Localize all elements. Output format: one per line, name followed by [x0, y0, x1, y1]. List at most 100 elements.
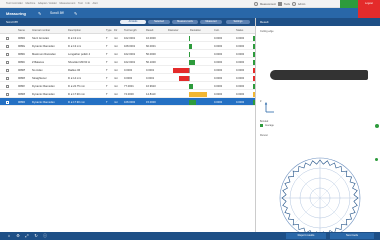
- deviation-zero-line: [189, 67, 190, 73]
- cell-name: 96804: [18, 60, 26, 64]
- axis-icon: [264, 102, 274, 113]
- col-description[interactable]: Description: [68, 29, 81, 32]
- table-row[interactable]: 96801 Sturz Annulars D ø 13 mm Tmm 102.0001 1…: [0, 34, 255, 42]
- deviation-zero-line: [189, 75, 190, 81]
- page-title: Measuring: [6, 11, 27, 16]
- pill-all-tools[interactable]: All tools: [120, 19, 146, 25]
- crumb-2[interactable]: Adapter / Holder: [38, 2, 57, 5]
- cell-result: 16.0000: [146, 36, 156, 40]
- cell-cutt: 0.0000: [214, 68, 223, 72]
- deviation-fill: [173, 67, 189, 73]
- bonded-indicator: [260, 124, 263, 127]
- filter-bar: Scroll 8ff All tools Selected Measure to…: [0, 18, 255, 26]
- expand-icon[interactable]: ⤢: [24, 233, 30, 239]
- pill-selected[interactable]: Selected: [148, 19, 170, 25]
- report-results-button[interactable]: Report results: [286, 233, 326, 239]
- user-area: Measurement Tools Admin: [254, 2, 305, 7]
- table-row[interactable]: 96803 Maximum Ramsden Longather polish 4 Tm…: [0, 50, 255, 58]
- deviation-fill: [178, 75, 189, 81]
- cell-status: 0.0000: [236, 36, 245, 40]
- col-diameter[interactable]: Diameter: [168, 29, 179, 32]
- crumb-1[interactable]: Machine: [25, 2, 35, 5]
- pill-settings[interactable]: Settings: [226, 19, 250, 25]
- row-checkbox[interactable]: [6, 100, 9, 104]
- cell-cutt: 0.0000: [214, 52, 223, 56]
- edit-subtitle-icon[interactable]: ✎: [74, 11, 77, 16]
- row-checkbox[interactable]: [6, 84, 9, 88]
- cell-dir: mm: [114, 100, 119, 104]
- pill-measure-tools[interactable]: Measure tools: [172, 19, 198, 25]
- cell-name: 96801: [18, 36, 26, 40]
- home-icon[interactable]: ⌂: [6, 233, 12, 239]
- cell-dir: mm: [114, 68, 119, 72]
- result-panel-header: Result: [256, 18, 380, 26]
- info-icon[interactable]: ⓘ: [42, 233, 48, 239]
- row-checkbox[interactable]: [6, 36, 9, 40]
- bonded-toggle[interactable]: [375, 124, 379, 128]
- table-row[interactable]: 96809 Dynamic Ramsden D ø 17.90 mm Tmm 108.0…: [0, 98, 255, 106]
- table-row[interactable]: 96806 Straightener D ø 14 mm Tmm 0.0000 0.000…: [0, 74, 255, 82]
- table-row[interactable]: 96808 Dynamic Ramsden D ø 17.90 mm Tmm 74.00…: [0, 90, 255, 98]
- cell-internal: Dynamic Ramsden: [32, 100, 55, 104]
- user-link-1[interactable]: Tools: [284, 3, 290, 6]
- col-internal[interactable]: Internal number: [32, 29, 50, 32]
- deviation-bar: [168, 91, 210, 97]
- col-result[interactable]: Result: [146, 29, 153, 32]
- edit-icon[interactable]: ✎: [38, 11, 41, 16]
- col-name[interactable]: Name: [18, 29, 25, 32]
- cell-length: 77.0001: [124, 84, 134, 88]
- deviation-bar: [168, 51, 210, 57]
- col-length[interactable]: Tool length: [124, 29, 137, 32]
- cell-desc: D ø 17.90 mm: [68, 92, 86, 96]
- table-row[interactable]: 96805 No index Radius 06 Tmm 0.0000 0.0001 0.0…: [0, 66, 255, 74]
- row-checkbox[interactable]: [6, 68, 9, 72]
- cell-name: 96807: [18, 84, 26, 88]
- cell-dir: mm: [114, 60, 119, 64]
- crumb-0[interactable]: Tool Controller: [6, 2, 23, 5]
- cell-desc: D ø 13 mm: [68, 44, 82, 48]
- deviation-bar: [168, 43, 210, 49]
- row-checkbox[interactable]: [6, 92, 9, 96]
- next-tools-button[interactable]: Next tools: [330, 233, 374, 239]
- crumb-5[interactable]: Info: [86, 2, 90, 5]
- row-checkbox[interactable]: [6, 44, 9, 48]
- col-cutt[interactable]: Cutt.: [214, 29, 219, 32]
- deviation-bar: [168, 99, 210, 105]
- cell-name: 96806: [18, 76, 26, 80]
- filter-bar-label: Scroll 8ff: [6, 20, 18, 24]
- col-deviation[interactable]: Deviation: [190, 29, 201, 32]
- row-checkbox[interactable]: [6, 52, 9, 56]
- cell-cutt: 0.0000: [214, 60, 223, 64]
- user-link-0[interactable]: Measurement: [260, 3, 276, 6]
- cell-internal: Z Balance: [32, 60, 45, 64]
- user-link-2[interactable]: Admin: [298, 3, 305, 6]
- deviation-fill: [189, 91, 207, 97]
- runout-polar-plot: [279, 157, 361, 239]
- cell-cutt: 0.0000: [214, 44, 223, 48]
- table-row[interactable]: 96804 Z Balance Shoulder Mill 60 H Tmm 102.0…: [0, 58, 255, 66]
- alert-strip: [358, 8, 380, 18]
- col-status[interactable]: Status: [236, 29, 243, 32]
- row-checkbox[interactable]: [6, 60, 9, 64]
- pill-measured[interactable]: Measured: [200, 19, 222, 25]
- row-checkbox[interactable]: [6, 76, 9, 80]
- col-dir[interactable]: Dir: [114, 29, 117, 32]
- deviation-fill: [189, 83, 194, 89]
- reload-icon[interactable]: ↻: [33, 233, 39, 239]
- settings-icon[interactable]: ⚙: [15, 233, 21, 239]
- user-icon[interactable]: [291, 2, 296, 6]
- col-type[interactable]: Type: [106, 29, 112, 32]
- crumb-3[interactable]: Measurement: [59, 2, 75, 5]
- table-row[interactable]: 96802 Dynamic Ramsden D ø 13 mm Tmm 108.0001…: [0, 42, 255, 50]
- confirm-button[interactable]: [340, 0, 358, 8]
- logout-button[interactable]: Logout: [358, 0, 380, 8]
- table-row[interactable]: 96807 Dynamic Ramsden D ø 22.75 mm Tmm 77.00…: [0, 82, 255, 90]
- cell-type: T: [106, 92, 108, 96]
- measure-icon[interactable]: [254, 2, 258, 6]
- crumb-6[interactable]: Alert: [92, 2, 97, 5]
- crumb-4[interactable]: Tool: [78, 2, 83, 5]
- cell-length: 0.0000: [124, 76, 133, 80]
- cell-internal: Dynamic Ramsden: [32, 84, 55, 88]
- tools-icon[interactable]: [277, 2, 282, 6]
- page-subtitle: Scroll 8ff: [50, 11, 64, 15]
